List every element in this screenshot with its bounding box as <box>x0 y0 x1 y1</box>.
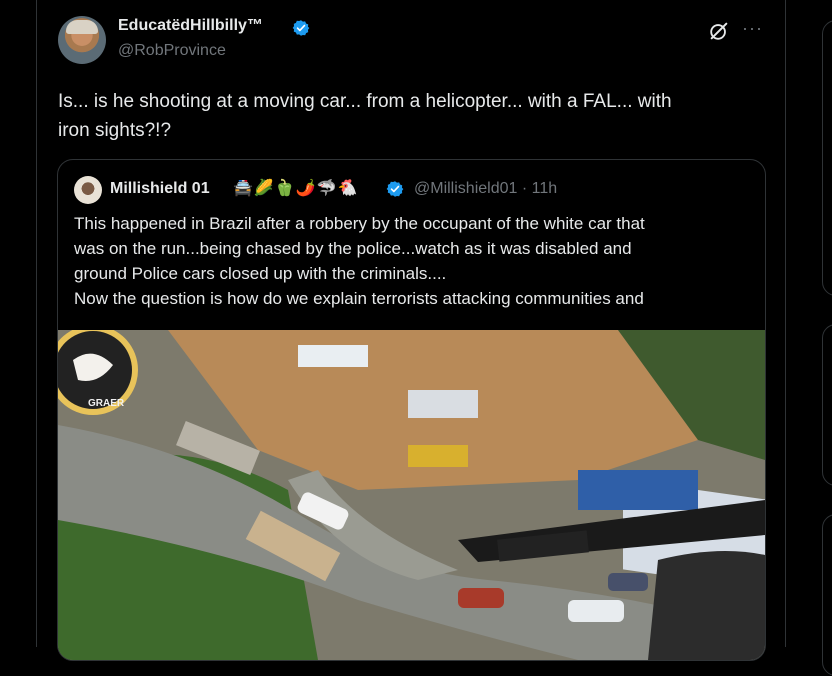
quoted-author-avatar[interactable] <box>74 176 102 204</box>
timeline-right-border <box>785 0 786 647</box>
sidebar-card[interactable] <box>822 514 832 676</box>
quoted-text-line: was on the run...being chased by the pol… <box>74 239 632 258</box>
verified-badge-icon[interactable] <box>292 19 310 37</box>
video-frame: GRAER <box>58 330 765 660</box>
quoted-handle-time[interactable]: @Millishield01 · 11h <box>414 180 557 198</box>
quoted-author-name[interactable]: Millishield 01 <box>110 180 210 198</box>
sidebar-card[interactable] <box>822 20 832 296</box>
quoted-text-line: This happened in Brazil after a robbery … <box>74 214 645 233</box>
quoted-tweet[interactable]: Millishield 01 🚔🌽🫑🌶️🦈🐔 @Millishield01 · … <box>57 159 766 661</box>
verified-badge-icon <box>386 181 404 197</box>
timeline-left-border <box>36 0 37 647</box>
quoted-author-emojis: 🚔🌽🫑🌶️🦈🐔 <box>233 180 359 197</box>
quoted-text: This happened in Brazil after a robbery … <box>74 211 754 311</box>
author-handle[interactable]: @RobProvince <box>118 42 226 60</box>
quoted-video[interactable]: GRAER <box>58 330 765 660</box>
more-options-icon[interactable]: ··· <box>742 18 763 39</box>
tweet-text-line: Is... is he shooting at a moving car... … <box>58 91 672 112</box>
author-avatar[interactable] <box>58 16 106 64</box>
sidebar-card[interactable] <box>822 324 832 486</box>
author-display-name[interactable]: EducatëdHillbilly™ <box>118 17 263 35</box>
quoted-text-line: ground Police cars closed up with the cr… <box>74 264 447 283</box>
tweet-text: Is... is he shooting at a moving car... … <box>58 87 758 145</box>
grok-icon[interactable] <box>708 20 730 42</box>
quoted-text-line: Now the question is how do we explain te… <box>74 289 644 308</box>
video-watermark: GRAER <box>88 398 125 409</box>
tweet-text-line: iron sights?!? <box>58 120 172 141</box>
